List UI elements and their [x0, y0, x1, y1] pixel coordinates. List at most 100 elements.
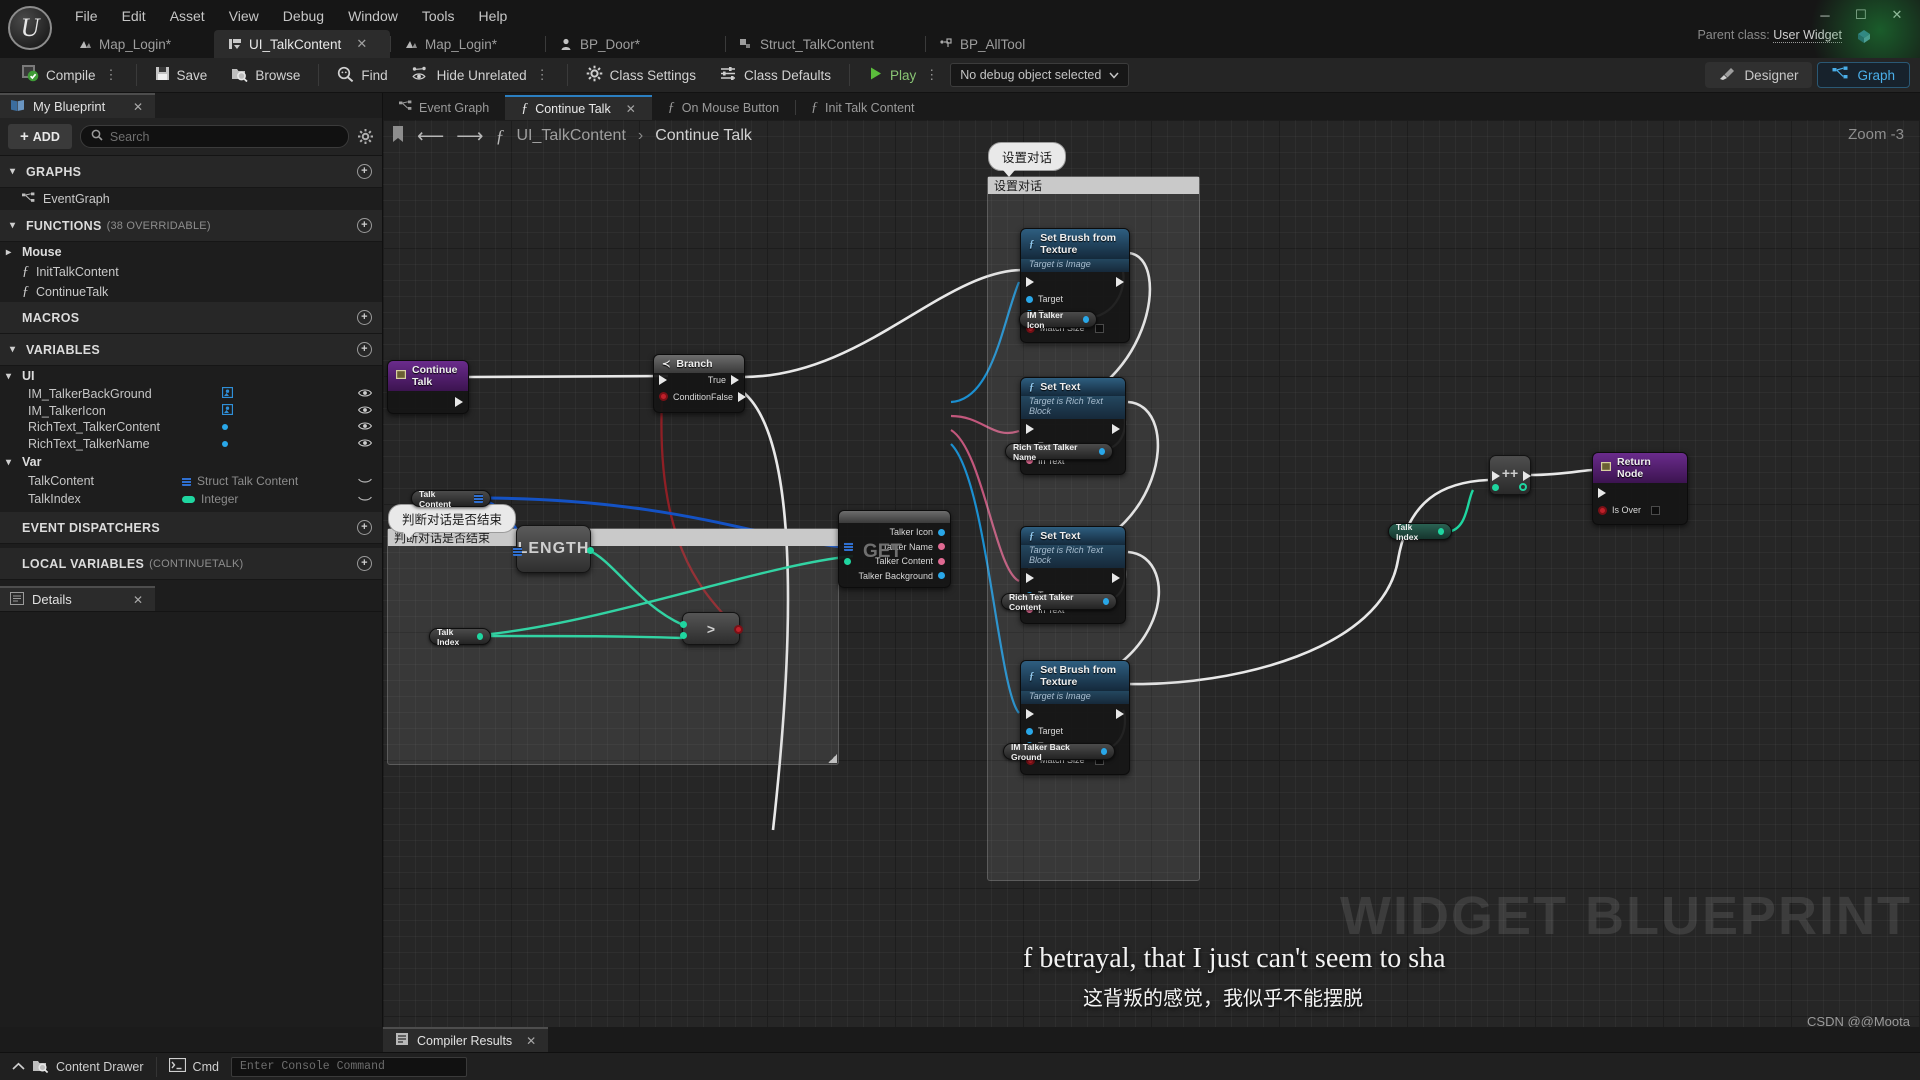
blueprint-graph-canvas[interactable]: ⟵ ⟶ ƒ UI_TalkContent › Continue Talk Zoo…: [383, 120, 1920, 1027]
compile-button[interactable]: Compile ⋮: [10, 60, 130, 90]
variable-get-im-talker-back-ground[interactable]: IM Talker Back Ground: [1003, 743, 1115, 760]
search-input[interactable]: [110, 130, 338, 144]
variable-row-richtext-talkername[interactable]: RichText_TalkerName: [0, 436, 382, 453]
visibility-eye-icon[interactable]: [358, 387, 372, 401]
doc-tab-bp-door[interactable]: BP_Door*: [545, 30, 725, 58]
add-local-variable-button[interactable]: +: [357, 556, 372, 571]
visibility-eye-closed-icon[interactable]: [358, 492, 372, 506]
comment-box-check-dialogue-end[interactable]: 判断对话是否结束: [387, 528, 839, 765]
parent-class-link[interactable]: User Widget: [1773, 28, 1842, 43]
object-pin-icon[interactable]: [1103, 598, 1109, 605]
exec-in-pin[interactable]: [1021, 709, 1034, 719]
bookmark-icon[interactable]: [391, 125, 405, 148]
find-button[interactable]: Find: [325, 60, 399, 90]
pin-talker-icon[interactable]: Talker Icon: [889, 527, 950, 537]
close-icon[interactable]: ✕: [356, 36, 367, 52]
menu-window[interactable]: Window: [337, 5, 409, 29]
doc-tab-bp-alltool[interactable]: BP_AllTool: [925, 30, 1085, 58]
node-length[interactable]: LENGTH: [516, 525, 591, 573]
function-group-mouse[interactable]: ▸ Mouse: [0, 242, 382, 262]
add-graph-button[interactable]: +: [357, 164, 372, 179]
visibility-eye-icon[interactable]: [358, 437, 372, 451]
node-get-struct[interactable]: GET Talker Icon Talker Name: [838, 510, 951, 588]
add-button[interactable]: + ADD: [8, 124, 72, 149]
hide-unrelated-options-icon[interactable]: ⋮: [536, 67, 549, 83]
section-local-variables[interactable]: LOCAL VARIABLES (CONTINUETALK) +: [0, 548, 382, 580]
int-in-pin[interactable]: [839, 558, 851, 565]
close-icon[interactable]: ✕: [133, 593, 143, 607]
compile-options-icon[interactable]: ⋮: [105, 67, 118, 83]
variable-group-var[interactable]: ▾ Var: [0, 452, 382, 472]
exec-out-pin[interactable]: [1523, 471, 1531, 481]
play-options-icon[interactable]: ⋮: [925, 67, 938, 83]
exec-in-pin[interactable]: [1492, 471, 1500, 481]
debug-object-select[interactable]: No debug object selected: [950, 63, 1129, 87]
node-return[interactable]: Return Node Is Over: [1592, 452, 1688, 525]
designer-mode-button[interactable]: Designer: [1705, 62, 1812, 88]
forward-arrow-icon[interactable]: ⟶: [456, 125, 483, 148]
pin-talker-background[interactable]: Talker Background: [858, 571, 950, 581]
menu-tools[interactable]: Tools: [411, 5, 466, 29]
variable-get-rich-text-talker-name[interactable]: Rich Text Talker Name: [1005, 443, 1113, 460]
menu-asset[interactable]: Asset: [159, 5, 216, 29]
menu-file[interactable]: File: [64, 5, 109, 29]
menu-debug[interactable]: Debug: [272, 5, 335, 29]
visibility-eye-icon[interactable]: [358, 404, 372, 418]
function-item-continuetalk[interactable]: ƒ ContinueTalk: [0, 282, 382, 302]
pin-false[interactable]: False: [711, 392, 751, 402]
close-icon[interactable]: ✕: [526, 1034, 536, 1048]
int-in-pin[interactable]: [1492, 484, 1499, 491]
doc-tab-ui-talkcontent[interactable]: UI_TalkContent ✕: [214, 30, 390, 58]
compiler-results-tab[interactable]: Compiler Results ✕: [383, 1027, 548, 1052]
section-macros[interactable]: MACROS +: [0, 302, 382, 334]
graph-item-eventgraph[interactable]: EventGraph: [0, 188, 382, 210]
section-event-dispatchers[interactable]: EVENT DISPATCHERS +: [0, 512, 382, 544]
exec-in-pin[interactable]: [1021, 573, 1034, 583]
section-functions[interactable]: ▾ FUNCTIONS (38 OVERRIDABLE) +: [0, 210, 382, 242]
my-blueprint-tab[interactable]: My Blueprint ✕: [0, 93, 155, 118]
struct-in-pin[interactable]: [839, 542, 853, 551]
close-icon[interactable]: ✕: [626, 102, 636, 116]
add-macro-button[interactable]: +: [357, 310, 372, 325]
node-branch[interactable]: ≺ Branch True Condition False: [653, 354, 745, 413]
section-graphs[interactable]: ▾ GRAPHS +: [0, 156, 382, 188]
node-increment[interactable]: ++: [1489, 455, 1531, 495]
struct-pin-icon[interactable]: [474, 494, 483, 503]
comment-resize-handle[interactable]: [828, 754, 837, 763]
pin-target[interactable]: Target: [1021, 294, 1063, 304]
is-over-checkbox[interactable]: [1651, 506, 1660, 515]
variable-row-richtext-talkercontent[interactable]: RichText_TalkerContent: [0, 419, 382, 436]
struct-in-pin[interactable]: [513, 547, 522, 556]
exec-out-pin[interactable]: [1116, 709, 1129, 719]
exec-out-pin[interactable]: [1116, 277, 1129, 287]
unreal-logo-icon[interactable]: U: [8, 6, 52, 50]
add-function-button[interactable]: +: [357, 218, 372, 233]
variable-get-talk-index-2[interactable]: Talk Index: [1388, 523, 1452, 540]
int-out-pin[interactable]: [587, 547, 594, 554]
graph-tab-init-talk-content[interactable]: ƒ Init Talk Content: [795, 95, 930, 120]
exec-in-pin[interactable]: [654, 375, 667, 385]
add-variable-button[interactable]: +: [357, 342, 372, 357]
menu-help[interactable]: Help: [468, 5, 519, 29]
object-pin-icon[interactable]: [1083, 316, 1089, 323]
maximize-button[interactable]: ☐: [1844, 4, 1878, 26]
int-pin-icon[interactable]: [477, 633, 483, 640]
exec-out-pin[interactable]: [455, 397, 468, 407]
int-in-pin-b[interactable]: [680, 632, 687, 639]
exec-out-pin[interactable]: [1112, 424, 1125, 434]
match-size-checkbox[interactable]: [1095, 324, 1104, 333]
pin-is-over[interactable]: Is Over: [1593, 505, 1660, 515]
exec-in-pin[interactable]: [1593, 488, 1606, 498]
object-pin-icon[interactable]: [1099, 448, 1105, 455]
back-arrow-icon[interactable]: ⟵: [417, 125, 444, 148]
content-drawer-button[interactable]: Content Drawer: [0, 1053, 156, 1080]
variable-row-talkindex[interactable]: TalkIndex Integer: [0, 490, 382, 508]
pin-condition[interactable]: Condition: [654, 392, 711, 402]
int-pin-icon[interactable]: [1438, 528, 1444, 535]
visibility-eye-closed-icon[interactable]: [358, 474, 372, 488]
doc-tab-struct-talkcontent[interactable]: Struct_TalkContent: [725, 30, 925, 58]
add-event-dispatcher-button[interactable]: +: [357, 520, 372, 535]
details-tab[interactable]: Details ✕: [0, 586, 155, 611]
exec-in-pin[interactable]: [1021, 424, 1034, 434]
function-item-inittalkcontent[interactable]: ƒ InitTalkContent: [0, 262, 382, 282]
